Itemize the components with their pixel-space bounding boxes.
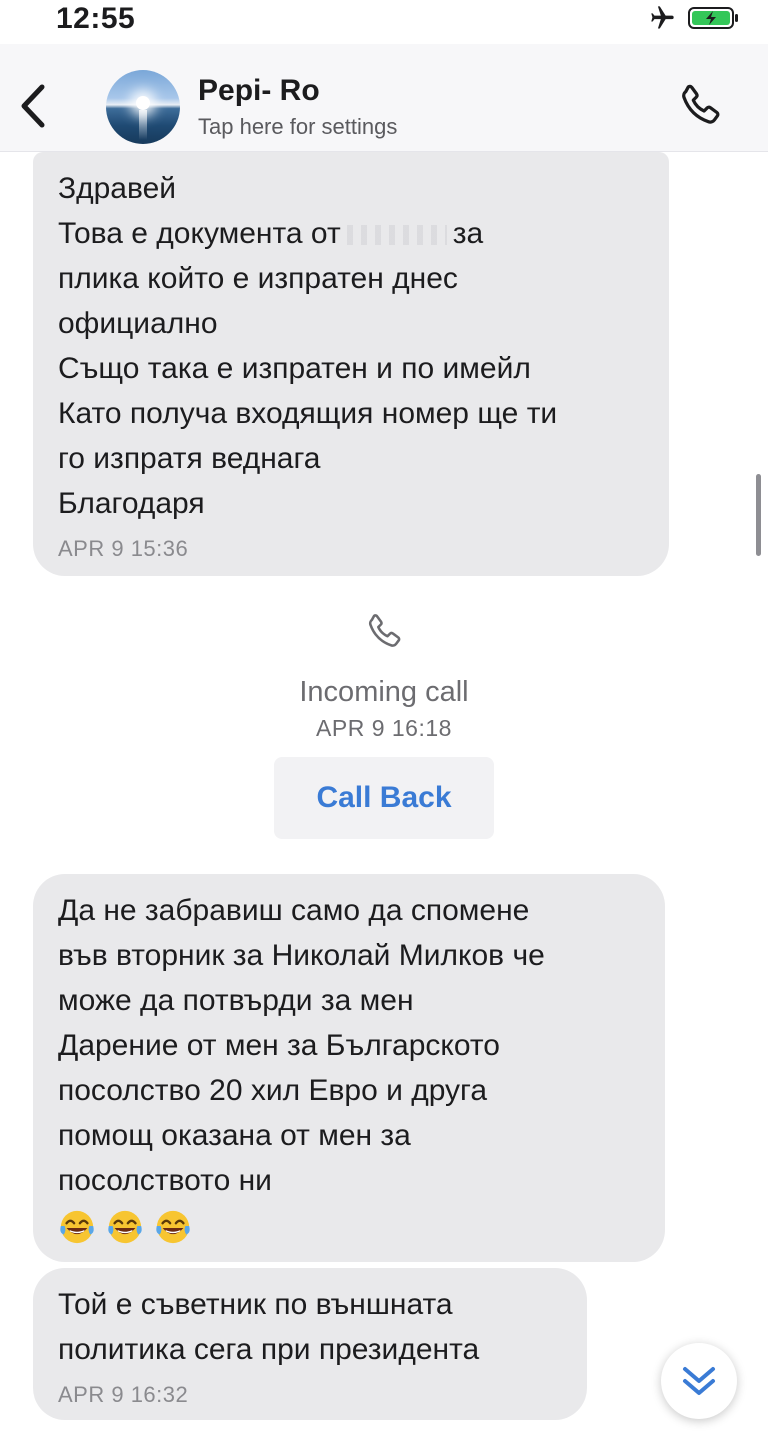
call-back-button[interactable]: Call Back [274, 757, 494, 839]
message-bubble[interactable]: Здравей Това е документа от за плика койт… [33, 152, 669, 576]
message-line: във вторник за Николай Милков че [58, 939, 545, 972]
airplane-icon [651, 6, 674, 29]
laughing-tears-emoji [60, 1210, 94, 1244]
message-line: Благодаря [58, 487, 205, 520]
phone-icon [368, 614, 401, 647]
message-line: Да не забравиш само да спомене [58, 894, 530, 927]
message-line: помощ оказана от мен за [58, 1119, 411, 1152]
call-event-label: Incoming call [299, 676, 469, 708]
avatar-sun [136, 96, 150, 110]
redacted-text [346, 225, 447, 246]
back-button[interactable] [14, 82, 50, 130]
contact-name[interactable]: Pepi- Ro [198, 74, 320, 108]
laughing-tears-emoji [156, 1210, 190, 1244]
message-line: може да потвърди за мен [58, 984, 414, 1017]
incoming-call-event: Incoming call APR 9 16:18 [0, 606, 768, 742]
scroll-to-bottom-button[interactable] [661, 1343, 737, 1419]
scrollbar[interactable] [756, 474, 761, 556]
message-bubble[interactable]: Той е съветник по външната политика сега… [33, 1268, 587, 1420]
message-line: политика сега при президента [58, 1333, 480, 1366]
double-chevron-down-icon [683, 1367, 715, 1395]
battery-charging-icon [688, 7, 738, 29]
chevron-left-icon [21, 84, 45, 128]
message-line-with-redaction: Това е документа от за [58, 211, 645, 256]
message-line: Като получа входящия номер ще ти [58, 397, 558, 430]
message-text: Това е документа от [58, 217, 341, 250]
message-line: Той е съветник по външната [58, 1288, 453, 1321]
message-text: за [452, 217, 484, 250]
message-line: Също така е изпратен и по имейл [58, 352, 531, 385]
emoji-row [58, 1203, 641, 1249]
message-line: Дарение от мен за Българското [58, 1029, 500, 1062]
chat-header: Pepi- Ro Tap here for settings [0, 44, 768, 152]
avatar[interactable] [106, 70, 180, 144]
message-line: официално [58, 307, 218, 340]
message-line: плика който е изпратен днес [58, 262, 458, 295]
message-line: Здравей [58, 172, 177, 205]
message-bubble[interactable]: Да не забравиш само да спомене във вторн… [33, 874, 665, 1262]
avatar-sea-reflection [139, 110, 147, 140]
message-timestamp: APR 9 16:32 [58, 1382, 189, 1407]
message-line: посолството ни [58, 1164, 272, 1197]
message-line: посолство 20 хил Евро и друга [58, 1074, 488, 1107]
call-event-time: APR 9 16:18 [316, 715, 452, 741]
laughing-tears-emoji [108, 1210, 142, 1244]
status-time: 12:55 [56, 2, 136, 35]
phone-icon[interactable] [674, 80, 726, 132]
status-bar: 12:55 [0, 0, 768, 44]
settings-hint[interactable]: Tap here for settings [198, 114, 397, 140]
message-line: го изпратя веднага [58, 442, 321, 475]
message-timestamp: APR 9 15:36 [58, 536, 189, 561]
